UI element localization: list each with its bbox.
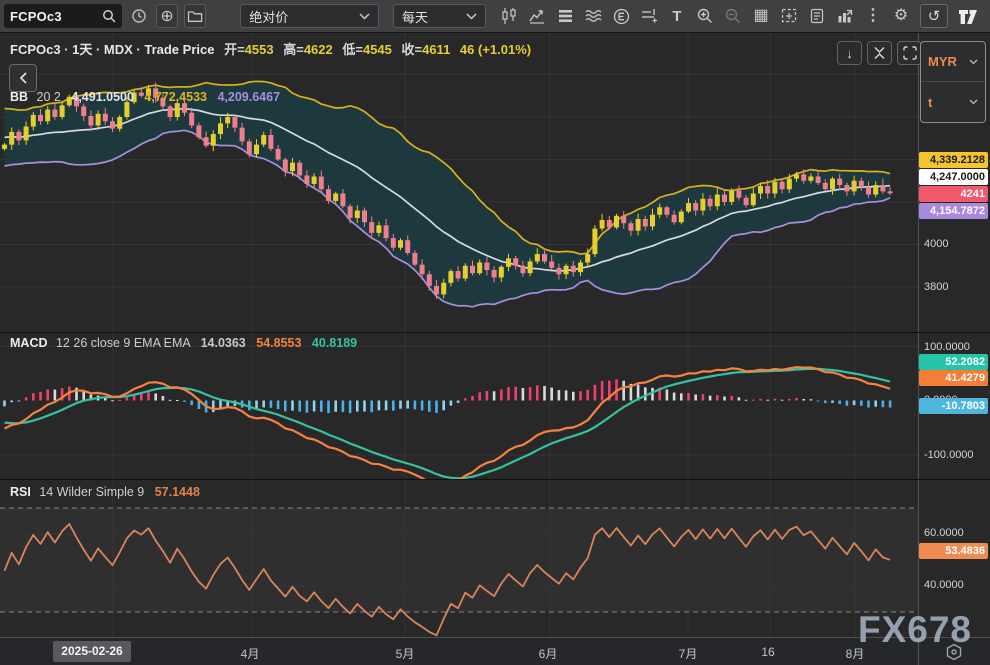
time-axis-label: 5月 xyxy=(396,645,415,662)
pane-separator[interactable] xyxy=(0,332,990,333)
price-badge: -10.7803 xyxy=(919,398,988,414)
chevron-down-icon xyxy=(969,59,978,65)
unit-label: t xyxy=(928,95,932,110)
collapse-pane-button[interactable] xyxy=(867,41,892,65)
time-axis-label: 4月 xyxy=(241,645,260,662)
macd-pane xyxy=(0,333,918,479)
macd-pane-canvas[interactable] xyxy=(0,333,918,479)
currency-dropdown[interactable]: MYR xyxy=(921,42,985,82)
price-badge: 4241 xyxy=(919,186,988,202)
axis-tick: 100.0000 xyxy=(924,340,970,354)
rsi-pane xyxy=(0,480,918,637)
align-icon[interactable] xyxy=(640,4,658,28)
axis-tick: -100.0000 xyxy=(924,448,974,462)
time-axis-label: 6月 xyxy=(539,645,558,662)
folder-icon[interactable] xyxy=(184,4,206,28)
price-type-dropdown[interactable]: 绝对价 xyxy=(240,4,379,28)
search-icon xyxy=(102,9,116,23)
time-axis-label: 16 xyxy=(761,645,774,659)
unit-dropdown[interactable]: t xyxy=(921,82,985,122)
price-badge: 52.2082 xyxy=(919,354,988,370)
axis-tick: 3800 xyxy=(924,280,948,294)
maximize-pane-button[interactable] xyxy=(897,41,922,65)
undo-icon[interactable]: ↺ xyxy=(920,4,948,28)
rows-icon[interactable] xyxy=(556,4,574,28)
waves-icon[interactable] xyxy=(584,4,602,28)
tradingview-logo[interactable] xyxy=(956,4,980,28)
top-toolbar: FCPOc3 ⊕ 绝对价 每天 T xyxy=(0,0,990,33)
pane-buttons: ↓ xyxy=(832,41,922,65)
interval-label: 每天 xyxy=(402,7,428,26)
pane-separator[interactable] xyxy=(0,479,990,480)
time-axis-label: 7月 xyxy=(679,645,698,662)
arrow-down-icon: ↓ xyxy=(846,46,853,61)
price-pane xyxy=(0,33,918,332)
maximize-icon xyxy=(903,46,917,60)
e-circle-icon[interactable] xyxy=(612,4,630,28)
back-button[interactable] xyxy=(9,64,37,92)
watermark: FX678 xyxy=(858,609,972,651)
symbol-name: FCPOc3 xyxy=(10,9,102,24)
settings-icon[interactable]: ⚙ xyxy=(892,4,910,28)
low-value: 4545 xyxy=(363,42,392,57)
price-type-label: 绝对价 xyxy=(249,7,288,26)
price-badge: 53.4836 xyxy=(919,543,988,559)
macd-legend[interactable]: MACD 12 26 close 9 EMA EMA 14.0363 54.85… xyxy=(10,336,357,350)
more-icon[interactable]: ⋮ xyxy=(864,4,882,28)
high-value: 4622 xyxy=(304,42,333,57)
macd-hist-value: 14.0363 xyxy=(201,336,246,350)
price-badge: 4,247.0000 xyxy=(919,169,988,185)
crosshair-date-label: 2025-02-26 xyxy=(53,641,131,662)
price-badge: 4,339.2128 xyxy=(919,152,988,168)
interval-dropdown[interactable]: 每天 xyxy=(393,4,486,28)
toolbar-icon-row: T ▦ ⋮ ⚙ ↺ xyxy=(500,4,990,28)
time-axis[interactable]: 2025-02-26 4月5月6月7月168月 xyxy=(0,637,990,665)
zoom-out-icon[interactable] xyxy=(724,4,742,28)
rsi-value: 57.1448 xyxy=(155,485,200,499)
table-icon[interactable]: ▦ xyxy=(752,4,770,28)
price-pane-canvas[interactable] xyxy=(0,33,918,332)
axis-tick: 40.0000 xyxy=(924,578,964,592)
symbol-legend: FCPOc3 · 1天 · MDX · Trade Price 开=4553 高… xyxy=(10,39,531,58)
collapse-icon xyxy=(873,46,886,60)
currency-label: MYR xyxy=(928,54,957,69)
change-value: 46 (+1.01%) xyxy=(460,42,531,57)
chevron-down-icon xyxy=(466,13,477,20)
close-value: 4611 xyxy=(422,42,450,57)
axis-tick: 60.0000 xyxy=(924,526,964,540)
bb-lower-value: 4,209.6467 xyxy=(217,90,280,104)
macd-signal-value: 40.8189 xyxy=(312,336,357,350)
bb-basis-value: 4,491.0500 xyxy=(71,90,134,104)
chevron-down-icon xyxy=(969,99,978,105)
price-badge: 4,154.7872 xyxy=(919,203,988,219)
price-badge: 41.4279 xyxy=(919,370,988,386)
symbol-title: FCPOc3 · 1天 · MDX · Trade Price xyxy=(10,42,214,57)
chevron-down-icon xyxy=(359,13,370,20)
candles-icon[interactable] xyxy=(500,4,518,28)
bb-legend[interactable]: BB 20 2 4,491.0500 4,772.4533 4,209.6467 xyxy=(10,90,280,104)
symbol-search-box[interactable]: FCPOc3 xyxy=(4,4,122,28)
screenshot-icon[interactable] xyxy=(780,4,798,28)
zoom-in-icon[interactable] xyxy=(696,4,714,28)
notes-icon[interactable] xyxy=(808,4,826,28)
chart-area: 460040003800100.00000.0000-100.000060.00… xyxy=(0,33,990,637)
chart-export-icon[interactable] xyxy=(836,4,854,28)
add-circle-icon[interactable]: ⊕ xyxy=(156,4,178,28)
clock-icon[interactable] xyxy=(128,4,150,28)
rsi-legend[interactable]: RSI 14 Wilder Simple 9 57.1448 xyxy=(10,485,200,499)
rsi-pane-canvas[interactable] xyxy=(0,480,918,637)
currency-panel: MYR t xyxy=(920,41,986,123)
trading-chart-app: FCPOc3 ⊕ 绝对价 每天 T xyxy=(0,0,990,665)
bb-upper-value: 4,772.4533 xyxy=(144,90,207,104)
macd-line-value: 54.8553 xyxy=(256,336,301,350)
compare-chart-icon[interactable] xyxy=(528,4,546,28)
text-tool-icon[interactable]: T xyxy=(668,4,686,28)
open-value: 4553 xyxy=(245,42,274,57)
scroll-down-button[interactable]: ↓ xyxy=(837,41,862,65)
axis-tick: 4000 xyxy=(924,237,948,251)
